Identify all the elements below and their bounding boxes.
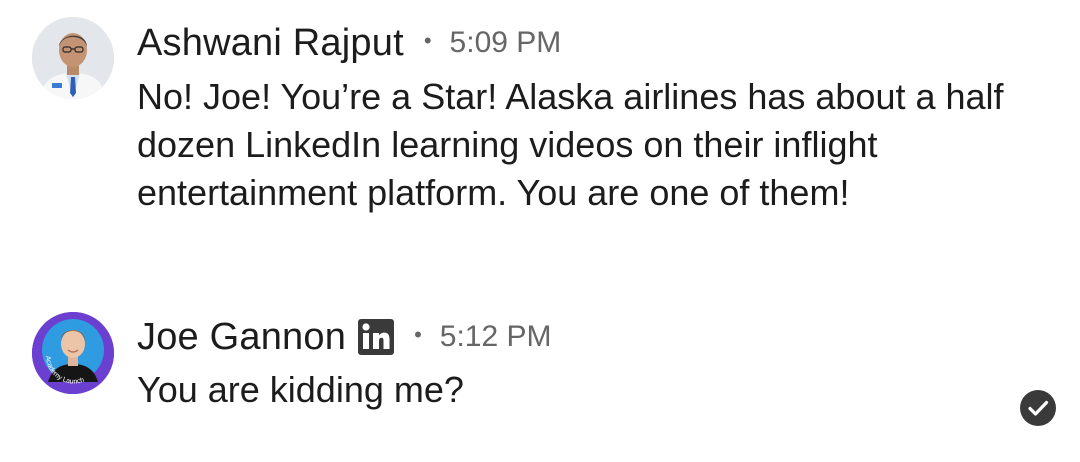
message-text: No! Joe! You’re a Star! Alaska airlines … (137, 76, 1004, 213)
sender-name[interactable]: Joe Gannon (137, 316, 346, 359)
message-header: Ashwani Rajput • 5:09 PM (137, 18, 561, 68)
avatar[interactable]: Academy Launch (32, 312, 114, 394)
check-circle-icon (1020, 390, 1056, 426)
person-photo-avatar-icon (32, 17, 114, 99)
person-photo-avatar-icon: Academy Launch (32, 312, 114, 394)
message-header: Joe Gannon • 5:12 PM (137, 312, 552, 362)
linkedin-icon (358, 319, 395, 355)
separator-dot: • (423, 28, 432, 53)
message-text: You are kidding me? (137, 369, 464, 410)
message-timestamp: 5:09 PM (449, 26, 562, 59)
message-timestamp: 5:12 PM (439, 320, 552, 353)
separator-dot: • (414, 322, 422, 347)
sender-name[interactable]: Ashwani Rajput (137, 22, 404, 65)
message-item: Academy Launch Joe Gannon • 5:12 PM You … (0, 290, 1080, 462)
message-item: Ashwani Rajput • 5:09 PM No! Joe! You’re… (0, 0, 1080, 290)
avatar[interactable] (32, 17, 114, 99)
